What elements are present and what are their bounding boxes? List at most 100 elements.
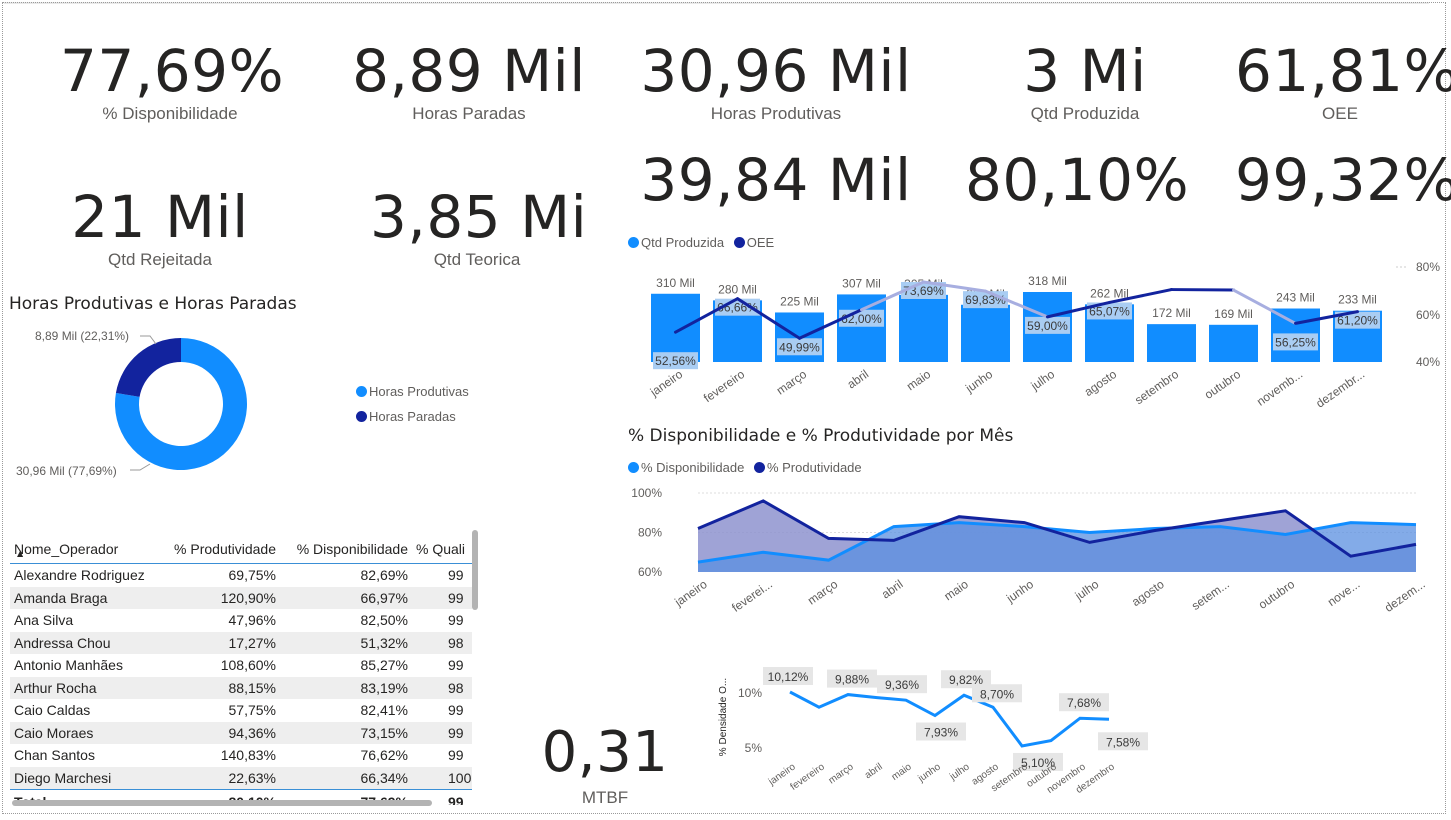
table-cell: Amanda Braga [14,589,108,606]
table-row[interactable]: Alexandre Rodriguez 69,75% 82,69% 99 [10,564,472,587]
bar-qtd-produzida[interactable] [1147,324,1196,362]
kpi-extra-2[interactable]: 80,10% [965,147,1189,213]
table-row[interactable]: Amanda Braga 120,90% 66,97% 99 [10,586,472,609]
x-tick-label: setem... [1189,577,1232,613]
donut-label-produtivas: 30,96 Mil (77,69%) [16,464,117,478]
column-header-nome-operador[interactable]: Nome_Operador [10,527,158,564]
kpi-label: % Disponibilidade [102,104,238,123]
legend-item-qtd-produzida[interactable]: Qtd Produzida [628,235,724,250]
column-header-qualidade[interactable]: % Quali [412,527,472,564]
donut-chart[interactable]: 8,89 Mil (22,31%) 30,96 Mil (77,69%) [0,318,300,488]
x-tick-label: abril [845,367,872,391]
kpi-qtd-teorica[interactable]: 3,85 Mi Qtd Teorica [370,183,588,270]
table-row[interactable]: Chan Santos 140,83% 76,62% 99 [10,744,472,767]
x-tick-label: março [774,367,810,398]
table-cell: 99 [448,747,464,764]
legend-item-horas-produtivas[interactable]: Horas Produtivas [356,384,469,399]
oee-data-label: 69,83% [965,293,1006,307]
bar-qtd-produzida[interactable] [1209,324,1258,362]
combo-chart[interactable]: 80%60%40%310 Mil52,56%janeiro280 Mil66,6… [620,255,1445,420]
table-cell: 51,32% [360,634,408,651]
kpi-disponibilidade[interactable]: 77,69% % Disponibilidade [60,38,284,124]
kpi-label: Qtd Rejeitada [108,250,212,269]
kpi-oee[interactable]: 61,81% OEE [1235,37,1451,124]
table-row[interactable]: Antonio Manhães 108,60% 85,27% 99 [10,654,472,677]
table-row[interactable]: Arthur Rocha 88,15% 83,19% 98 [10,676,472,699]
table-horizontal-scrollbar[interactable] [12,800,432,806]
kpi-value: 30,96 Mil [640,37,912,105]
column-header-disponibilidade[interactable]: % Disponibilidade [280,527,412,564]
table-row[interactable]: Caio Caldas 57,75% 82,41% 99 [10,699,472,722]
y-tick-label: 80% [1416,260,1440,274]
x-tick-label: janeiro [671,577,710,610]
kpi-value: 61,81% [1235,37,1451,105]
x-tick-label: maio [890,761,914,783]
sort-ascending-icon[interactable]: ▲ [17,549,23,558]
bar-qtd-produzida[interactable] [961,304,1010,362]
table-cell: 99 [448,567,464,584]
y-axis-title: % Densidade O... [718,678,729,756]
legend-dot-icon [753,462,765,473]
table-cell: 140,83% [220,747,276,764]
data-label: 7,68% [1067,696,1101,710]
donut-label-paradas: 8,89 Mil (22,31%) [35,329,129,343]
kpi-label: Horas Paradas [412,104,526,123]
x-tick-label: dezembr... [1313,367,1367,411]
table-row[interactable]: Caio Moraes 94,36% 73,15% 99 [10,721,472,744]
kpi-label: OEE [1322,104,1358,123]
column-header-produtividade[interactable]: % Produtividade [158,527,280,564]
kpi-horas-paradas[interactable]: 8,89 Mil Horas Paradas [350,38,588,124]
kpi-mtbf[interactable]: 0,31 MTBF [540,720,670,808]
table-vertical-scrollbar[interactable] [472,530,478,610]
bar-data-label: 243 Mil [1276,291,1315,305]
legend-item-horas-paradas[interactable]: Horas Paradas [356,409,469,424]
kpi-extra-3[interactable]: 99,32% [1235,147,1451,213]
oee-data-label: 56,25% [1275,335,1316,349]
density-chart[interactable]: % Densidade O... 10% 5% 10,12% 9,88% 9,36% 7,9… [710,660,1210,800]
x-tick-label: julho [1028,367,1058,394]
area-chart[interactable]: 100% 80% 60% janeiro feverei... março abril mai… [620,480,1440,625]
kpi-value: 3,85 Mi [370,183,588,251]
table-cell: 94,36% [228,724,276,741]
table-cell: 69,75% [228,567,276,584]
data-label: 8,70% [980,687,1014,701]
x-tick-label: outubro [1256,577,1298,612]
legend-label: % Disponibilidade [641,460,745,475]
x-tick-label: novemb... [1254,367,1305,409]
kpi-qtd-rejeitada[interactable]: 21 Mil Qtd Rejeitada [60,184,260,270]
oee-data-label: 62,00% [841,312,882,326]
table-cell: 73,15% [360,724,408,741]
x-tick-label: junho [1003,577,1036,606]
x-tick-label: março [827,761,856,786]
table-row[interactable]: Ana Silva 47,96% 82,50% 99 [10,609,472,632]
table-cell: 108,60% [220,657,276,674]
table-row[interactable]: Diego Marchesi 22,63% 66,34% 100 [10,766,472,790]
operator-table[interactable]: Nome_Operador % Produtividade % Disponib… [10,527,472,805]
table-cell: 100 [448,769,472,786]
kpi-qtd-produzida[interactable]: 3 Mi Qtd Produzida [990,38,1180,124]
kpi-label: MTBF [581,788,629,807]
oee-data-label: 49,99% [779,340,820,354]
table-cell: 99 [448,612,464,629]
donut-slice-horas-paradas[interactable] [115,338,181,397]
legend-dot-icon [356,411,367,422]
bar-data-label: 307 Mil [842,276,881,290]
y-tick-label: 10% [738,686,762,700]
data-label: 9,88% [835,673,869,687]
leader-line [130,463,151,471]
kpi-horas-produtivas[interactable]: 30,96 Mil Horas Produtivas [640,38,912,124]
legend-label: Horas Paradas [369,409,456,424]
bar-qtd-produzida[interactable] [899,294,948,362]
legend-label: Qtd Produzida [641,235,725,250]
table-row[interactable]: Andressa Chou 17,27% 51,32% 98 [10,631,472,654]
table-cell: Diego Marchesi [14,769,112,786]
leader-line [140,335,157,345]
legend-item-oee[interactable]: OEE [733,235,774,250]
legend-item-produtividade[interactable]: % Produtividade [753,460,862,475]
kpi-extra-1[interactable]: 39,84 Mil [640,147,912,213]
x-tick-label: outubro [1202,367,1244,402]
oee-data-label: 59,00% [1027,319,1068,333]
data-label: 7,58% [1106,735,1140,749]
table-cell: 99 [448,702,464,719]
legend-item-disponibilidade[interactable]: % Disponibilidade [628,460,744,475]
